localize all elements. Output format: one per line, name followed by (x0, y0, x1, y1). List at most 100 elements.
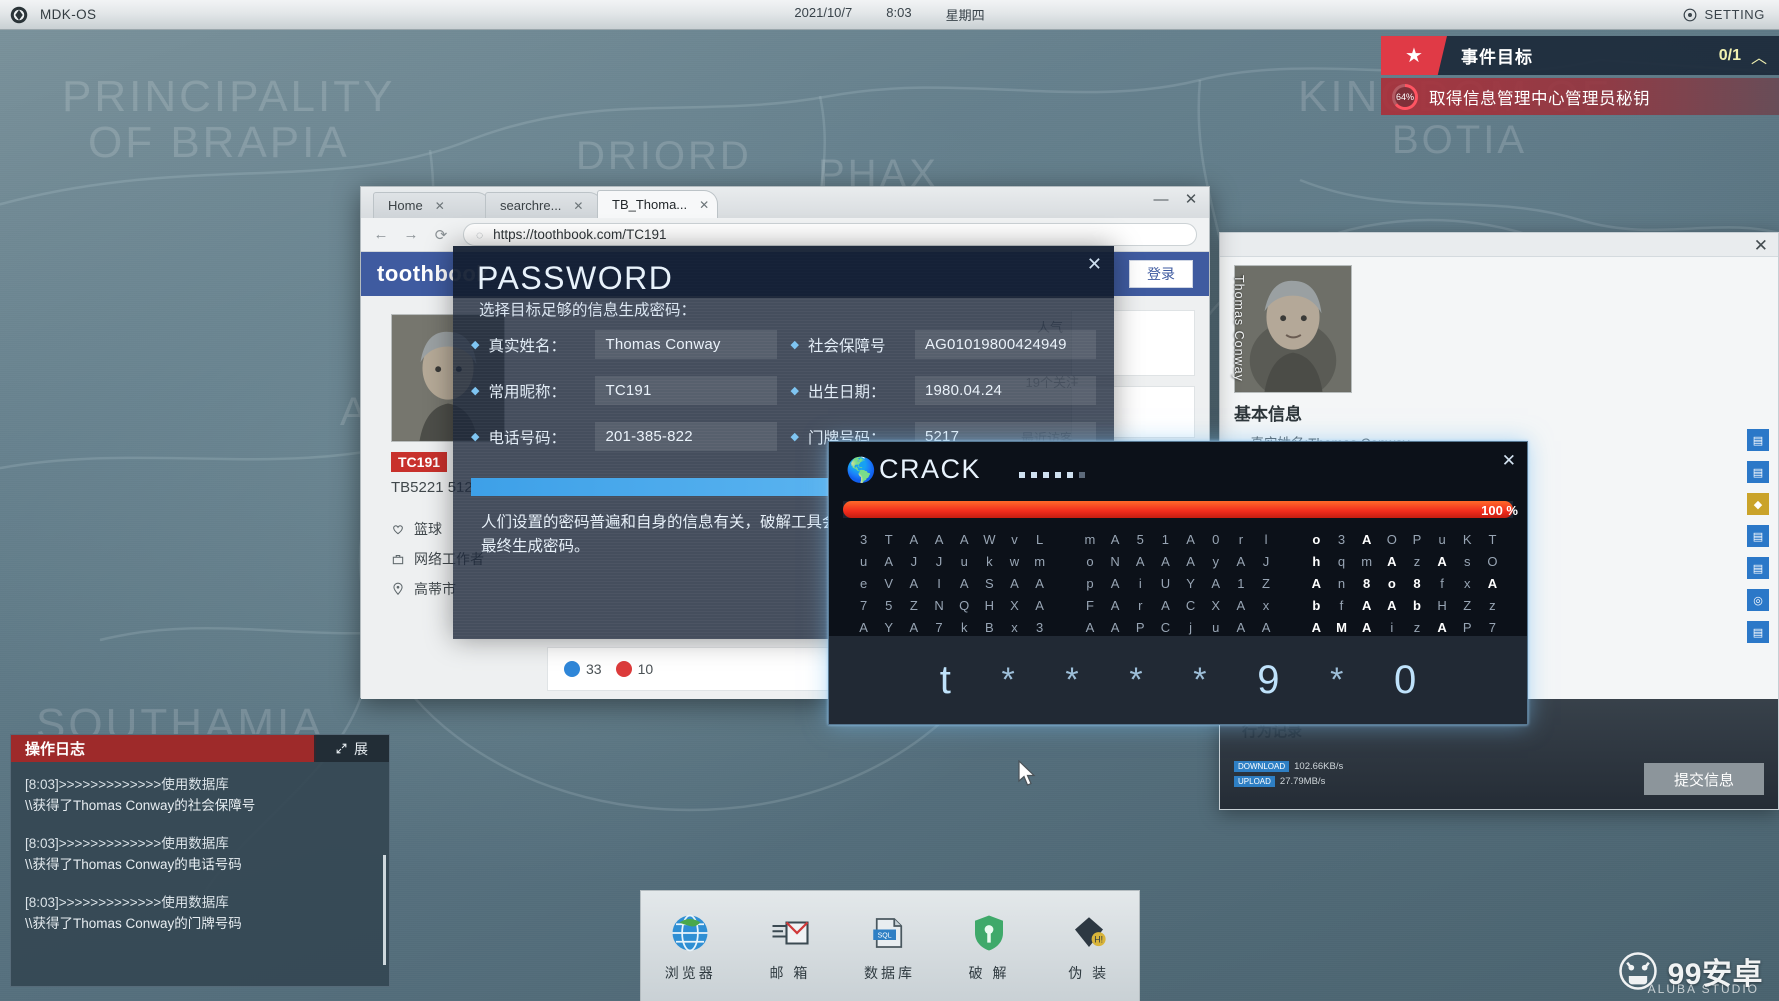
crack-cell-1-16: J (1253, 554, 1278, 569)
password-field-label-1: 社会保障号 (808, 334, 906, 356)
profile-photo (1234, 265, 1352, 393)
crack-cell-0-14: 0 (1203, 532, 1228, 547)
mission-objective-row[interactable]: 64% 取得信息管理中心管理员秘钥 (1381, 78, 1779, 115)
password-field-1[interactable]: ◆社会保障号AG01019800424949 (791, 330, 1097, 359)
log-expand-button[interactable]: 展 (314, 735, 389, 762)
doc-icon[interactable]: ▤ (1747, 557, 1769, 579)
crack-cell-0-13: A (1178, 532, 1203, 547)
likes-chip[interactable]: 33 (564, 661, 602, 677)
browser-tab-0[interactable]: Home ✕ (373, 192, 491, 218)
password-field-2[interactable]: ◆常用昵称：TC191 (471, 376, 777, 405)
dock-item-crack[interactable]: 破 解 (943, 910, 1035, 983)
dock-item-mail[interactable]: 邮 箱 (744, 910, 836, 983)
crack-cell-3-10: A (1103, 598, 1128, 613)
site-meta-0: 篮球 (391, 519, 442, 539)
close-icon[interactable]: ✕ (1754, 236, 1768, 256)
doc-icon[interactable]: ▤ (1747, 429, 1769, 451)
crack-cell-0-23: u (1430, 532, 1455, 547)
submit-info-button[interactable]: 提交信息 (1644, 763, 1764, 795)
shield-icon[interactable]: ◆ (1747, 493, 1769, 515)
password-field-3[interactable]: ◆出生日期：1980.04.24 (791, 376, 1097, 405)
doc-icon[interactable]: ▤ (1747, 525, 1769, 547)
globe-icon[interactable]: ◎ (1747, 589, 1769, 611)
diamond-icon: ◆ (471, 384, 479, 397)
diamond-icon: ◆ (471, 338, 479, 351)
svg-text:SQL: SQL (878, 932, 892, 939)
mission-progress-ring: 64% (1392, 84, 1418, 110)
crack-step-dot-0 (1019, 472, 1025, 478)
crack-cell-4-22: z (1404, 620, 1429, 635)
crack-cell-3-9: F (1077, 598, 1102, 613)
close-icon[interactable]: ✕ (435, 199, 445, 213)
close-icon[interactable]: ✕ (1183, 192, 1199, 208)
crack-cell-3-12: A (1153, 598, 1178, 613)
crack-character-grid: 3TAAAWvLmA51A0rlo3AOPuKTuAJJukwmoNAAAyAJ… (829, 528, 1527, 638)
close-icon[interactable]: ✕ (699, 198, 709, 212)
window-controls: — ✕ (1153, 192, 1199, 208)
setting-button[interactable]: SETTING (1683, 7, 1765, 22)
site-user-badge: TC191 (391, 452, 447, 472)
password-field-label-0: 真实姓名： (488, 334, 586, 356)
dock-label-mail: 邮 箱 (769, 963, 810, 983)
doc-icon[interactable]: ▤ (1747, 461, 1769, 483)
crack-cell-3-20: A (1354, 598, 1379, 613)
mission-header[interactable]: ★ 事件目标 0/1 ︿ (1381, 36, 1779, 75)
mdk-os-logo-icon (10, 6, 28, 24)
svg-text:H!: H! (1094, 934, 1103, 944)
star-icon: ★ (1405, 46, 1423, 66)
comments-chip[interactable]: 10 (616, 661, 654, 677)
close-icon[interactable]: ✕ (573, 199, 583, 213)
crack-cell-4-2: A (901, 620, 926, 635)
url-input[interactable]: ◌ https://toothbook.com/TC191 (463, 223, 1197, 246)
crack-cell-1-6: w (1002, 554, 1027, 569)
browser-tab-1[interactable]: searchre...✕ (485, 192, 603, 218)
key-shield-icon (966, 910, 1012, 956)
browser-tab-2[interactable]: TB_Thoma... ✕ (597, 190, 718, 218)
crack-cell-2-9: p (1077, 576, 1102, 591)
password-dialog-title: PASSWORD (477, 260, 673, 297)
login-button[interactable]: 登录 (1129, 260, 1193, 288)
back-icon[interactable]: ← (373, 226, 389, 243)
log-title: 操作日志 (25, 738, 85, 759)
map-label-2: DRIORD (576, 134, 752, 179)
mission-flag: ★ (1381, 36, 1447, 75)
crack-cell-3-7: A (1027, 598, 1052, 613)
crack-cell-1-4: u (952, 554, 977, 569)
crack-cell-3-24: Z (1455, 598, 1480, 613)
globe-icon (667, 910, 713, 956)
close-icon[interactable]: ✕ (1087, 254, 1102, 275)
browser-tab-label-2: TB_Thoma... (612, 197, 687, 212)
minimize-icon[interactable]: — (1153, 192, 1169, 208)
crack-cell-2-16: Z (1253, 576, 1278, 591)
crack-cell-2-10: A (1103, 576, 1128, 591)
close-icon[interactable]: ✕ (1502, 451, 1516, 471)
profile-side-icon-list: ▤ ▤ ◆ ▤ ▤ ◎ ▤ (1747, 429, 1769, 643)
reload-icon[interactable]: ⟳ (433, 226, 449, 244)
crack-cell-2-22: 8 (1404, 576, 1429, 591)
log-header: 操作日志 (11, 735, 316, 762)
diamond-icon: ◆ (791, 430, 799, 443)
crack-cell-3-3: N (926, 598, 951, 613)
dock-item-disguise[interactable]: H! 伪 装 (1043, 910, 1135, 983)
dock-item-browser[interactable]: 浏览器 (644, 910, 736, 983)
crack-cell-3-16: x (1253, 598, 1278, 613)
crack-cell-1-9: o (1077, 554, 1102, 569)
operation-log-panel: 操作日志 展 [8:03]>>>>>>>>>>>>>使用数据库\\获得了Thom… (10, 734, 390, 987)
password-field-0[interactable]: ◆真实姓名：Thomas Conway (471, 330, 777, 359)
browser-tab-label-0: Home (388, 198, 423, 213)
crack-cell-3-13: C (1178, 598, 1203, 613)
chevron-up-icon[interactable]: ︿ (1751, 44, 1767, 68)
site-meta-label-0: 篮球 (414, 519, 442, 539)
diamond-icon: ◆ (791, 384, 799, 397)
crack-cell-4-7: 3 (1027, 620, 1052, 635)
password-field-4[interactable]: ◆电话号码：201-385-822 (471, 422, 777, 451)
forward-icon[interactable]: → (403, 226, 419, 243)
globe-icon: 🌎 (846, 456, 876, 485)
log-scrollbar[interactable] (383, 855, 386, 965)
site-meta-2: 高蒂市 (391, 579, 456, 599)
dock-item-database[interactable]: SQL 数据库 (843, 910, 935, 983)
crack-cell-2-5: S (977, 576, 1002, 591)
doc-icon[interactable]: ▤ (1747, 621, 1769, 643)
like-icon (564, 661, 580, 677)
crack-cell-4-11: P (1128, 620, 1153, 635)
